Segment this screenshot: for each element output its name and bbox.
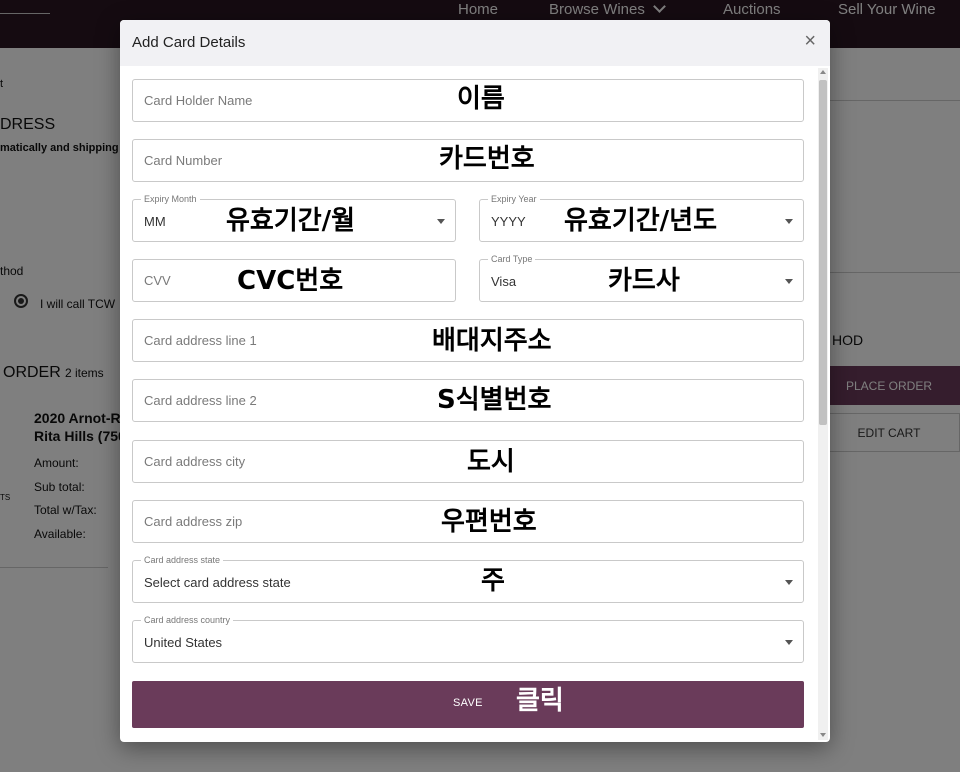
card-type-select[interactable]: Card Type Visa 카드사 xyxy=(479,254,804,302)
card-type-value: Visa xyxy=(491,274,517,289)
address-line2-annotation: S식별번호 xyxy=(437,385,552,415)
card-type-annotation: 카드사 xyxy=(608,266,680,296)
address-zip-placeholder: Card address zip xyxy=(144,514,243,529)
card-number-annotation: 카드번호 xyxy=(439,144,535,174)
address-state-select[interactable]: Card address state Select card address s… xyxy=(132,555,804,603)
close-icon[interactable]: × xyxy=(804,31,816,51)
scrollbar-thumb[interactable] xyxy=(819,80,827,425)
card-type-label: Card Type xyxy=(488,254,536,264)
address-line2-placeholder: Card address line 2 xyxy=(144,393,257,408)
cvv-placeholder: CVV xyxy=(144,273,171,288)
chevron-down-icon[interactable] xyxy=(785,580,793,585)
add-card-modal: Add Card Details × Card Holder Name 이름 C… xyxy=(120,20,830,742)
address-line2-input[interactable]: Card address line 2 S식별번호 xyxy=(132,379,804,422)
card-holder-placeholder: Card Holder Name xyxy=(144,93,253,108)
expiry-year-annotation: 유효기간/년도 xyxy=(564,206,718,236)
expiry-year-value: YYYY xyxy=(491,214,526,229)
address-state-annotation: 주 xyxy=(481,566,505,596)
address-country-select[interactable]: Card address country United States xyxy=(132,615,804,663)
modal-body: Card Holder Name 이름 Card Number 카드번호 Exp… xyxy=(120,66,830,742)
expiry-month-annotation: 유효기간/월 xyxy=(226,206,356,236)
card-holder-input[interactable]: Card Holder Name 이름 xyxy=(132,79,804,122)
address-country-label: Card address country xyxy=(141,615,234,625)
expiry-month-label: Expiry Month xyxy=(141,194,200,204)
address-city-annotation: 도시 xyxy=(467,447,515,477)
card-holder-annotation: 이름 xyxy=(457,84,505,114)
expiry-month-select[interactable]: Expiry Month MM 유효기간/월 xyxy=(132,194,456,242)
modal-title: Add Card Details xyxy=(132,34,246,51)
save-annotation: 클릭 xyxy=(516,686,564,716)
address-zip-input[interactable]: Card address zip 우편번호 xyxy=(132,500,804,543)
expiry-year-select[interactable]: Expiry Year YYYY 유효기간/년도 xyxy=(479,194,804,242)
address-line1-input[interactable]: Card address line 1 배대지주소 xyxy=(132,319,804,362)
chevron-down-icon[interactable] xyxy=(785,279,793,284)
card-number-placeholder: Card Number xyxy=(144,153,223,168)
cvv-input[interactable]: CVV CVC번호 xyxy=(132,259,456,302)
address-state-label: Card address state xyxy=(141,555,224,565)
address-city-input[interactable]: Card address city 도시 xyxy=(132,440,804,483)
address-line1-placeholder: Card address line 1 xyxy=(144,333,257,348)
cvv-annotation: CVC번호 xyxy=(237,266,344,296)
save-label: SAVE xyxy=(453,697,483,709)
address-city-placeholder: Card address city xyxy=(144,454,246,469)
chevron-down-icon[interactable] xyxy=(785,640,793,645)
scroll-down-icon[interactable] xyxy=(820,733,826,737)
modal-scrollbar[interactable] xyxy=(818,68,828,740)
address-zip-annotation: 우편번호 xyxy=(441,507,537,537)
save-button[interactable]: SAVE 클릭 xyxy=(132,681,804,728)
expiry-year-label: Expiry Year xyxy=(488,194,540,204)
address-line1-annotation: 배대지주소 xyxy=(432,326,552,356)
chevron-down-icon[interactable] xyxy=(785,219,793,224)
card-number-input[interactable]: Card Number 카드번호 xyxy=(132,139,804,182)
address-country-value: United States xyxy=(144,635,223,650)
modal-header: Add Card Details × xyxy=(120,20,830,66)
scroll-up-icon[interactable] xyxy=(820,70,826,74)
address-state-value: Select card address state xyxy=(144,575,291,590)
expiry-month-value: MM xyxy=(144,214,166,229)
chevron-down-icon[interactable] xyxy=(437,219,445,224)
